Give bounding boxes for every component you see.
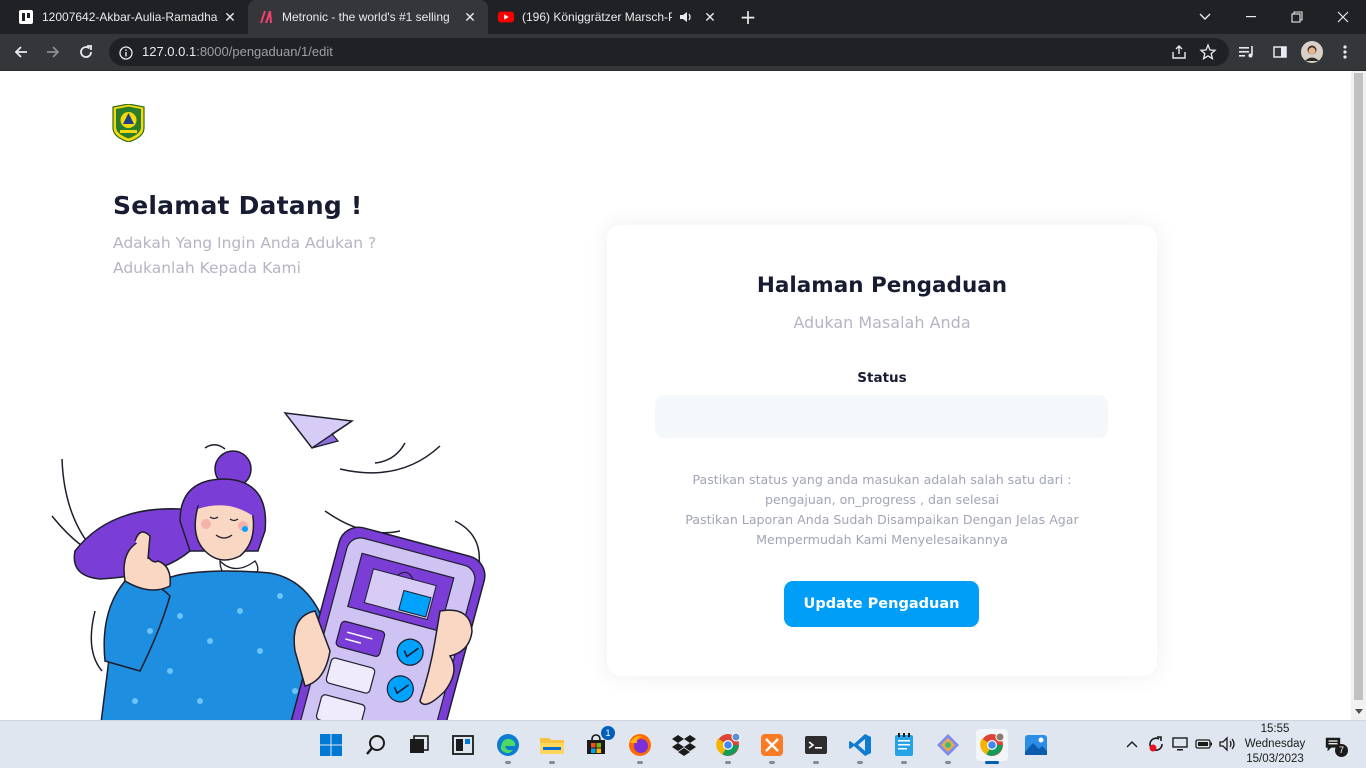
minimize-icon[interactable]: [1228, 0, 1274, 34]
system-clock[interactable]: 15:55 Wednesday 15/03/2023: [1240, 722, 1310, 767]
youtube-favicon-icon: [498, 9, 514, 25]
onedrive-sync-icon[interactable]: [1147, 735, 1165, 753]
scrollbar-thumb[interactable]: [1354, 73, 1363, 700]
metronic-favicon-icon: [258, 9, 274, 25]
url-host: 127.0.0.1: [142, 44, 197, 59]
git-tool-icon[interactable]: [932, 729, 964, 764]
tab-close-icon[interactable]: ✕: [702, 9, 718, 25]
edge-icon[interactable]: [492, 729, 524, 764]
complaint-form-card: Halaman Pengaduan Adukan Masalah Anda St…: [607, 225, 1157, 676]
kebab-menu-icon[interactable]: [1331, 38, 1359, 66]
tab-search-icon[interactable]: [1182, 0, 1228, 34]
photos-icon[interactable]: [1020, 729, 1052, 761]
url-text: 127.0.0.1:8000/pengaduan/1/edit: [142, 44, 333, 59]
notification-count-badge: 7: [1335, 744, 1348, 757]
share-icon[interactable]: [1171, 44, 1187, 60]
show-hidden-icons-icon[interactable]: [1123, 735, 1141, 753]
store-badge: 1: [601, 726, 615, 740]
side-panel-icon[interactable]: [1266, 38, 1294, 66]
tab-title: Metronic - the world's #1 selling: [282, 10, 450, 24]
tab-close-icon[interactable]: ✕: [222, 9, 238, 25]
welcome-subtitle-1: Adakah Yang Ingin Anda Adukan ?: [113, 234, 377, 252]
url-path: :8000/pengaduan/1/edit: [196, 44, 333, 59]
back-icon[interactable]: [7, 38, 35, 66]
tab-title: (196) Königgrätzer Marsch-P: [522, 10, 672, 24]
browser-tab-3[interactable]: (196) Königgrätzer Marsch-P ✕: [488, 0, 728, 34]
address-bar[interactable]: 127.0.0.1:8000/pengaduan/1/edit: [109, 38, 1229, 66]
page-content: Selamat Datang ! Adakah Yang Ingin Anda …: [0, 71, 1351, 720]
network-icon[interactable]: [1171, 735, 1189, 753]
notepad-icon[interactable]: [888, 729, 920, 764]
microsoft-store-icon[interactable]: 1: [580, 726, 615, 761]
new-tab-button[interactable]: +: [736, 5, 760, 29]
scroll-down-arrow-icon[interactable]: [1355, 709, 1363, 714]
woman-phone-illustration: [40, 401, 490, 720]
volume-icon[interactable]: [1219, 735, 1237, 753]
tab-favicon-icon: [18, 9, 34, 25]
task-view-icon[interactable]: [403, 729, 435, 761]
start-button[interactable]: [315, 729, 347, 761]
chrome-profile-icon[interactable]: [712, 729, 744, 764]
browser-tab-2[interactable]: Metronic - the world's #1 selling ✕: [248, 0, 488, 34]
windows-taskbar: 1 15:55 Wednesday 15/03/2023 7: [0, 720, 1366, 768]
battery-icon[interactable]: [1195, 735, 1213, 753]
tab-title: 12007642-Akbar-Aulia-Ramadhan: [42, 10, 218, 24]
bookmark-star-icon[interactable]: [1199, 43, 1217, 61]
help-line-4: Mempermudah Kami Menyelesaikannya: [756, 532, 1008, 547]
help-line-2: pengajuan, on_progress , dan selesai: [764, 492, 999, 507]
clock-time: 15:55: [1260, 723, 1290, 735]
browser-tab-1[interactable]: 12007642-Akbar-Aulia-Ramadhan ✕: [8, 0, 248, 34]
close-window-icon[interactable]: [1320, 0, 1366, 34]
widgets-icon[interactable]: [447, 729, 479, 761]
profile-avatar[interactable]: [1298, 38, 1326, 66]
tab-close-icon[interactable]: ✕: [462, 9, 478, 25]
form-title: Halaman Pengaduan: [756, 273, 1008, 298]
terminal-icon[interactable]: [800, 729, 832, 764]
regency-logo-icon: [112, 103, 145, 143]
browser-toolbar: 127.0.0.1:8000/pengaduan/1/edit: [0, 34, 1366, 71]
welcome-subtitle-2: Adukanlah Kepada Kami: [113, 259, 301, 277]
dropbox-icon[interactable]: [668, 729, 700, 761]
file-explorer-icon[interactable]: [536, 729, 568, 764]
restore-icon[interactable]: [1274, 0, 1320, 34]
help-line-1: Pastikan status yang anda masukan adalah…: [692, 472, 1072, 487]
form-subtitle: Adukan Masalah Anda: [793, 313, 971, 332]
clock-day: Wednesday: [1244, 738, 1306, 750]
media-control-icon[interactable]: [1233, 38, 1261, 66]
chrome-icon[interactable]: [976, 729, 1008, 764]
site-info-icon[interactable]: [119, 45, 133, 60]
speaker-icon[interactable]: [678, 9, 694, 25]
firefox-icon[interactable]: [624, 729, 656, 764]
page-scrollbar[interactable]: [1351, 71, 1366, 720]
welcome-heading: Selamat Datang !: [113, 191, 363, 220]
status-label: Status: [857, 370, 907, 386]
clock-date: 15/03/2023: [1246, 753, 1304, 765]
reload-icon[interactable]: [72, 38, 100, 66]
xampp-icon[interactable]: [756, 729, 788, 764]
search-icon[interactable]: [360, 729, 392, 761]
forward-icon[interactable]: [39, 38, 67, 66]
browser-tab-bar: 12007642-Akbar-Aulia-Ramadhan ✕ Metronic…: [0, 0, 1366, 34]
status-help-text: Pastikan status yang anda masukan adalah…: [647, 470, 1117, 550]
update-complaint-button[interactable]: Update Pengaduan: [784, 581, 979, 627]
help-line-3: Pastikan Laporan Anda Sudah Disampaikan …: [685, 512, 1079, 527]
status-input[interactable]: [655, 395, 1108, 438]
vscode-icon[interactable]: [844, 729, 876, 764]
